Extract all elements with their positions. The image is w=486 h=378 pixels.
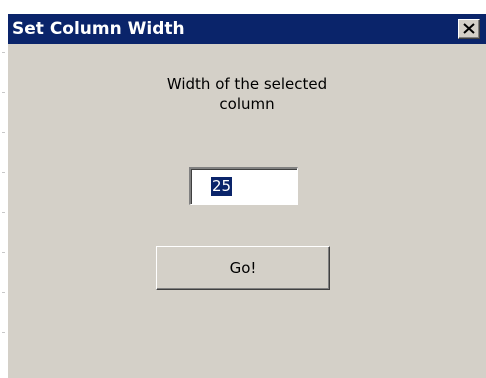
dialog-title: Set Column Width	[12, 19, 185, 39]
gridline-tick	[2, 132, 5, 133]
gridline-tick	[2, 252, 5, 253]
go-button[interactable]: Go!	[156, 246, 330, 290]
gridline-tick	[2, 172, 5, 173]
gridline-tick	[2, 212, 5, 213]
title-bar[interactable]: Set Column Width	[8, 14, 486, 44]
width-value-selected: 25	[211, 177, 233, 196]
gridline-tick	[2, 52, 5, 53]
width-prompt-label: Width of the selected column	[8, 74, 486, 114]
gridline-tick	[2, 292, 5, 293]
column-width-input[interactable]: 25	[189, 167, 298, 205]
close-button[interactable]	[458, 19, 480, 39]
close-icon	[463, 23, 475, 34]
gridline-tick	[2, 332, 5, 333]
background-sheet-edge	[0, 0, 8, 378]
gridline-tick	[2, 92, 5, 93]
prompt-line-2: column	[219, 95, 275, 113]
prompt-line-1: Width of the selected	[166, 75, 328, 93]
set-column-width-dialog: Set Column Width Width of the selected c…	[8, 14, 486, 378]
